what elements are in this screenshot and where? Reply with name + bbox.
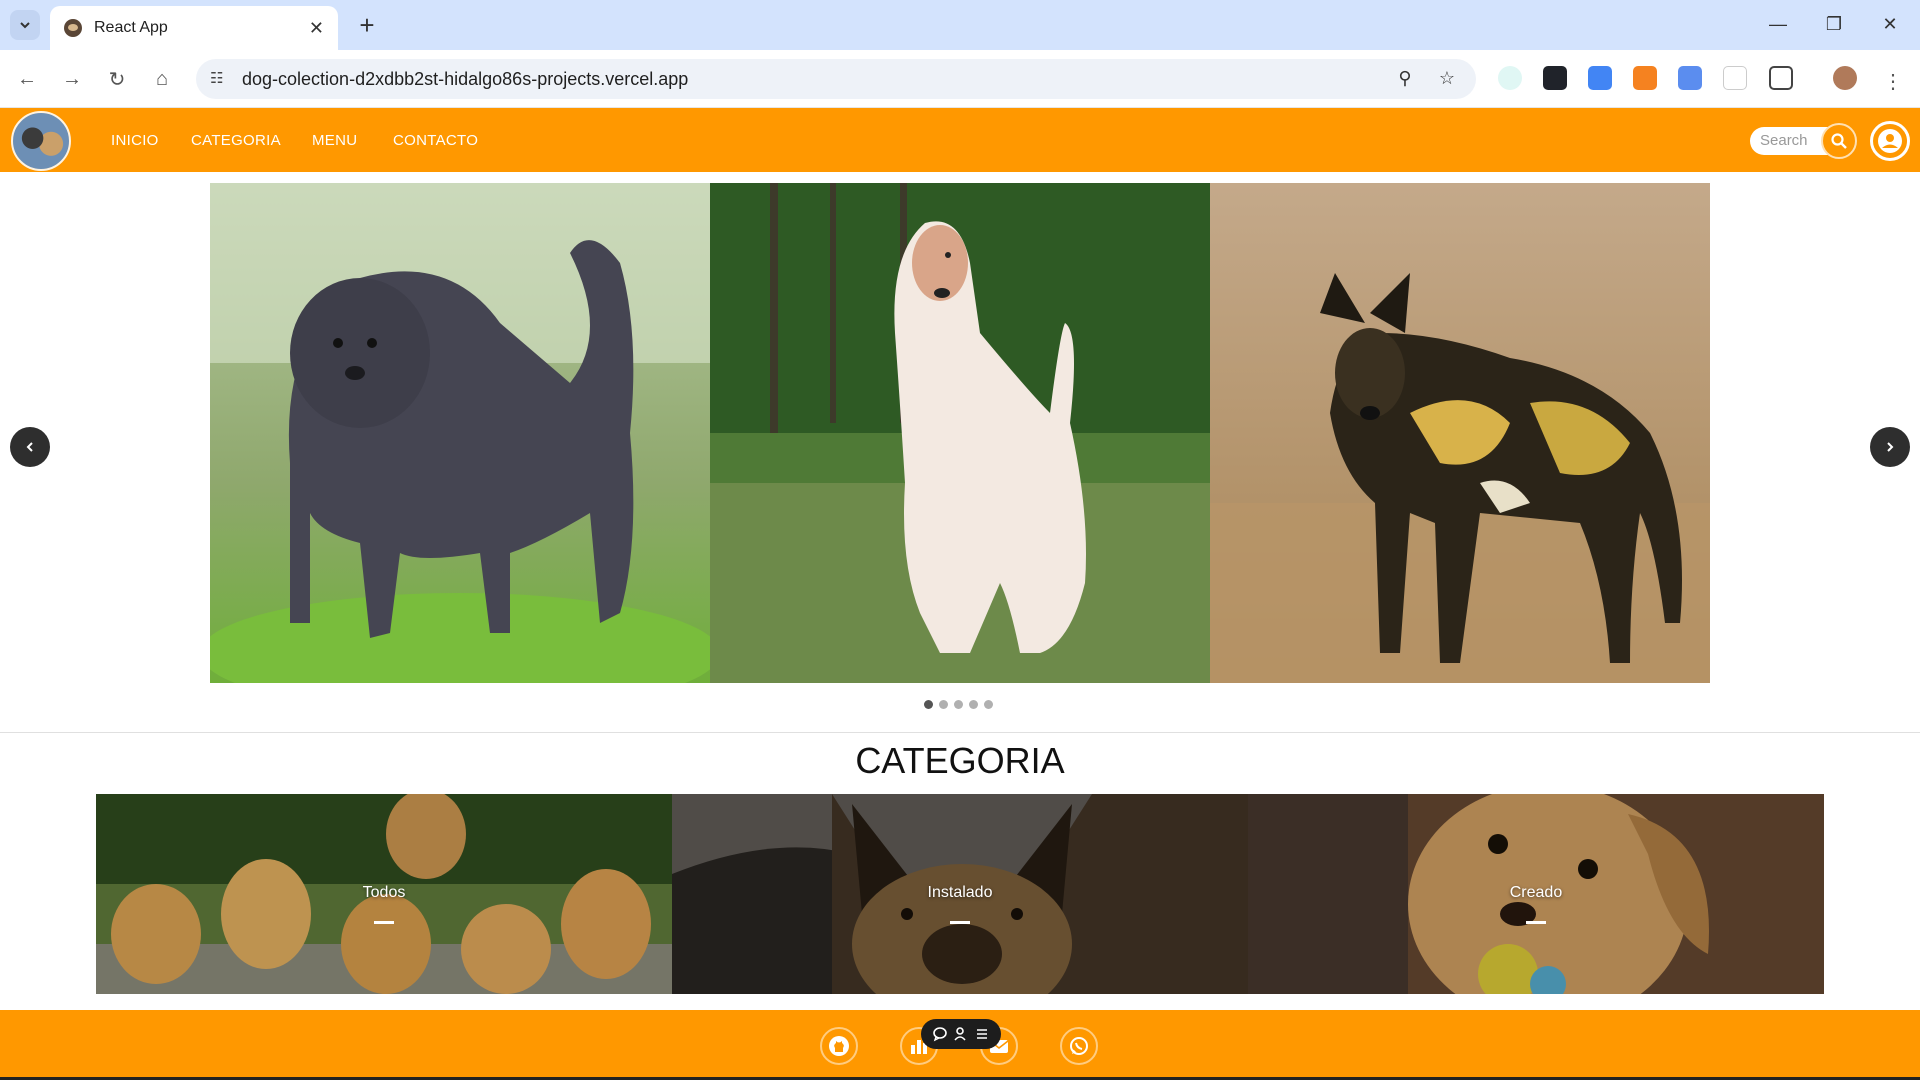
- floating-dock: [921, 1019, 1001, 1049]
- category-label: Instalado: [927, 884, 993, 901]
- restore-icon[interactable]: ❐: [1814, 8, 1854, 40]
- carousel-slide-afghan-hound[interactable]: [710, 183, 1210, 683]
- list-icon[interactable]: [974, 1026, 990, 1042]
- zoom-icon[interactable]: ⚲: [1394, 68, 1416, 90]
- chat-bubble-icon[interactable]: [932, 1026, 948, 1042]
- url-text[interactable]: dog-colection-d2xdbb2st-hidalgo86s-proje…: [242, 69, 688, 90]
- nav-link-inicio[interactable]: INICIO: [111, 132, 159, 149]
- dog-favicon-icon: [64, 19, 82, 37]
- carousel-dot[interactable]: [984, 700, 993, 709]
- carousel-dot[interactable]: [969, 700, 978, 709]
- menu-kebab-icon[interactable]: ⋮: [1878, 66, 1908, 96]
- extension-4-icon[interactable]: [1633, 66, 1657, 90]
- address-bar[interactable]: ☷ dog-colection-d2xdbb2st-hidalgo86s-pro…: [196, 59, 1476, 99]
- tab-title: React App: [94, 19, 168, 36]
- browser-toolbar: ← → ↻ ⌂ ☷ dog-colection-d2xdbb2st-hidalg…: [0, 50, 1920, 108]
- bookmark-star-icon[interactable]: ☆: [1436, 68, 1458, 90]
- category-title: CATEGORIA: [855, 740, 1065, 781]
- carousel-dot[interactable]: [954, 700, 963, 709]
- extension-6-icon[interactable]: [1723, 66, 1747, 90]
- category-underline: [374, 921, 394, 924]
- category-card-creado[interactable]: Creado: [1248, 794, 1824, 994]
- browser-tabstrip: React App ✕ + — ❐ ✕: [0, 0, 1920, 50]
- category-label: Creado: [1509, 884, 1563, 901]
- carousel-dots: [924, 700, 993, 709]
- carousel-slide-african-wild-dog[interactable]: [1210, 183, 1710, 683]
- user-icon: [1878, 129, 1902, 153]
- nav-link-contacto[interactable]: CONTACTO: [393, 132, 478, 149]
- minimize-icon[interactable]: —: [1758, 8, 1798, 40]
- github-button[interactable]: [820, 1027, 858, 1065]
- back-icon[interactable]: ←: [12, 64, 42, 94]
- whatsapp-icon: [1070, 1037, 1088, 1055]
- whatsapp-button[interactable]: [1060, 1027, 1098, 1065]
- extension-5-icon[interactable]: [1678, 66, 1702, 90]
- app-logo[interactable]: [11, 111, 71, 171]
- chevron-down-icon: [20, 22, 30, 29]
- search-button[interactable]: [1821, 123, 1857, 159]
- carousel-dot[interactable]: [924, 700, 933, 709]
- user-account-button[interactable]: [1870, 121, 1910, 161]
- category-label: Todos: [362, 884, 406, 901]
- category-card-instalado[interactable]: Instalado: [672, 794, 1248, 994]
- extension-1-icon[interactable]: [1498, 66, 1522, 90]
- profile-avatar[interactable]: [1833, 66, 1857, 90]
- section-divider: [0, 732, 1920, 733]
- forward-icon[interactable]: →: [57, 64, 87, 94]
- site-info-icon[interactable]: ☷: [210, 69, 230, 89]
- react-devtools-icon[interactable]: [1543, 66, 1567, 90]
- search-icon: [1831, 133, 1847, 149]
- github-icon: [829, 1036, 849, 1056]
- extensions-puzzle-icon[interactable]: [1769, 66, 1793, 90]
- category-card-todos[interactable]: Todos: [96, 794, 672, 994]
- category-underline: [1526, 921, 1546, 924]
- app-navbar: INICIO CATEGORIA MENU CONTACTO Search: [0, 108, 1920, 172]
- nav-link-categoria[interactable]: CATEGORIA: [191, 132, 281, 149]
- user-settings-icon[interactable]: [953, 1026, 969, 1042]
- translate-icon[interactable]: [1588, 66, 1612, 90]
- nav-link-menu[interactable]: MENU: [312, 132, 357, 149]
- carousel-next-button[interactable]: [1870, 427, 1910, 467]
- close-window-icon[interactable]: ✕: [1870, 8, 1910, 40]
- tab-search-button[interactable]: [10, 10, 40, 40]
- home-icon[interactable]: ⌂: [147, 64, 177, 94]
- browser-tab[interactable]: React App ✕: [50, 6, 338, 50]
- new-tab-button[interactable]: +: [352, 10, 382, 40]
- close-tab-icon[interactable]: ✕: [309, 18, 324, 39]
- carousel-slide-affenpinscher[interactable]: [210, 183, 710, 683]
- category-underline: [950, 921, 970, 924]
- chevron-right-icon: [1887, 442, 1894, 452]
- chevron-left-icon: [26, 442, 33, 452]
- reload-icon[interactable]: ↻: [102, 64, 132, 94]
- carousel-dot[interactable]: [939, 700, 948, 709]
- carousel-prev-button[interactable]: [10, 427, 50, 467]
